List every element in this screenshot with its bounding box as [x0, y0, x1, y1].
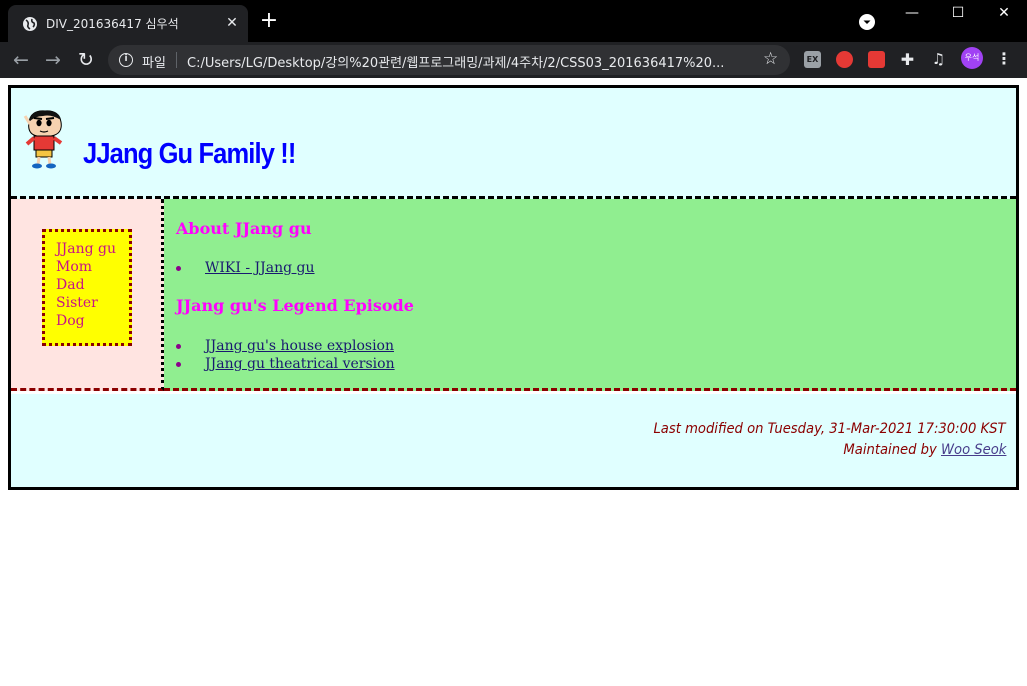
- extension-play-icon[interactable]: [868, 51, 885, 68]
- avatar[interactable]: 우석: [961, 47, 983, 69]
- list-item: WIKI - JJang gu: [176, 259, 315, 277]
- list-item: JJang gu theatrical version: [176, 355, 395, 373]
- sidebar-item-sister: Sister: [56, 295, 98, 311]
- page-wrapper: JJang Gu Family !! JJang gu Mom Dad Sist…: [8, 85, 1019, 490]
- url-separator: [176, 52, 177, 68]
- page-title: JJang Gu Family !!: [83, 138, 296, 170]
- maintained-by-label: Maintained by: [842, 442, 941, 458]
- house-explosion-link[interactable]: JJang gu's house explosion: [205, 338, 394, 354]
- sidebar: JJang gu Mom Dad Sister Dog: [11, 199, 164, 391]
- section-heading-legend: JJang gu's Legend Episode: [176, 296, 414, 315]
- back-icon[interactable]: ←: [10, 49, 32, 71]
- tab-search-icon[interactable]: [859, 14, 875, 30]
- sidebar-item-jjang-gu: JJang gu: [56, 241, 116, 257]
- minimize-button[interactable]: —: [889, 0, 935, 26]
- browser-toolbar: ← → ↻ i 파일 C:/Users/LG/Desktop/강의%20관련/웹…: [0, 42, 1027, 78]
- page-header: JJang Gu Family !!: [11, 88, 1016, 199]
- star-icon[interactable]: ☆: [763, 49, 778, 69]
- url-text[interactable]: C:/Users/LG/Desktop/강의%20관련/웹프로그래밍/과제/4주…: [187, 52, 747, 71]
- puzzle-icon[interactable]: ✚: [899, 51, 916, 68]
- close-window-button[interactable]: ✕: [981, 0, 1027, 26]
- wiki-link[interactable]: WIKI - JJang gu: [205, 260, 315, 276]
- browser-tabstrip: DIV_201636417 심우석 ✕ + — ☐ ✕: [0, 0, 1027, 42]
- tab-title: DIV_201636417 심우석: [46, 17, 179, 31]
- maintainer-link[interactable]: Woo Seok: [941, 442, 1006, 458]
- main-content: About JJang gu WIKI - JJang gu JJang gu'…: [164, 199, 1016, 391]
- address-bar[interactable]: i 파일 C:/Users/LG/Desktop/강의%20관련/웹프로그래밍/…: [108, 45, 790, 75]
- list-item: JJang gu's house explosion: [176, 337, 395, 355]
- sidebar-nav-box: JJang gu Mom Dad Sister Dog: [42, 229, 132, 346]
- page-viewport: JJang Gu Family !! JJang gu Mom Dad Sist…: [0, 78, 1027, 686]
- sidebar-item-dad: Dad: [56, 277, 85, 293]
- sidebar-item-mom: Mom: [56, 259, 93, 275]
- kebab-menu-icon[interactable]: ⋮: [995, 48, 1013, 70]
- forward-icon[interactable]: →: [42, 49, 64, 71]
- browser-tab[interactable]: DIV_201636417 심우석 ✕: [8, 5, 248, 42]
- theatrical-version-link[interactable]: JJang gu theatrical version: [205, 356, 395, 372]
- info-icon[interactable]: i: [119, 53, 133, 67]
- url-scheme-label: 파일: [142, 56, 166, 71]
- legend-link-list: JJang gu's house explosion JJang gu thea…: [176, 337, 395, 373]
- section-heading-about: About JJang gu: [176, 219, 312, 238]
- jjang-gu-mascot-image: [23, 110, 63, 169]
- extension-ex-icon[interactable]: EX: [804, 51, 821, 68]
- sidebar-item-dog: Dog: [56, 313, 85, 329]
- maintained-by-line: Maintained by Woo Seok: [843, 442, 1006, 458]
- last-modified-text: Last modified on Tuesday, 31-Mar-2021 17…: [653, 421, 1006, 437]
- page-footer: Last modified on Tuesday, 31-Mar-2021 17…: [11, 394, 1016, 487]
- about-link-list: WIKI - JJang gu: [176, 259, 315, 277]
- tab-close-icon[interactable]: ✕: [223, 14, 241, 32]
- extension-sync-icon[interactable]: [836, 51, 853, 68]
- maximize-button[interactable]: ☐: [935, 0, 981, 26]
- reload-icon[interactable]: ↻: [75, 49, 97, 71]
- media-icon[interactable]: ♫: [930, 51, 947, 68]
- globe-icon: [23, 17, 37, 31]
- new-tab-button[interactable]: +: [258, 10, 280, 32]
